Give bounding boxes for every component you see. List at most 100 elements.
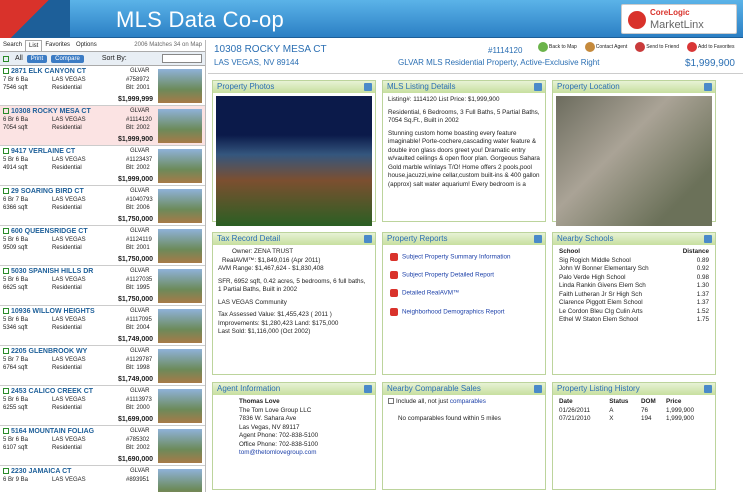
send-to-friend-button[interactable]: Send to Friend bbox=[635, 42, 679, 52]
listing-checkbox[interactable] bbox=[3, 348, 9, 355]
listing-address[interactable]: 2453 CALICO CREEK CT bbox=[11, 388, 93, 395]
collapse-icon[interactable] bbox=[704, 235, 712, 243]
listing-address[interactable]: 2230 JAMAICA CT bbox=[11, 468, 71, 475]
select-all-checkbox[interactable] bbox=[3, 55, 9, 62]
listing-thumbnail[interactable] bbox=[158, 429, 202, 463]
collapse-icon[interactable] bbox=[364, 83, 372, 91]
report-link[interactable]: Detailed RealAVM™ bbox=[402, 290, 459, 297]
listing-thumbnail[interactable] bbox=[158, 69, 202, 103]
report-link[interactable]: Subject Property Summary Information bbox=[402, 254, 511, 261]
listing-source: GLVAR bbox=[130, 308, 150, 314]
listing-item[interactable]: 9417 VERLAINE CT GLVAR 5 Br 6 Ba LAS VEGAS #… bbox=[0, 146, 205, 186]
listing-item[interactable]: 10936 WILLOW HEIGHTS GLVAR 5 Br 6 Ba LAS VE… bbox=[0, 306, 205, 346]
listing-item[interactable]: 2453 CALICO CREEK CT GLVAR 5 Br 6 Ba LAS VE… bbox=[0, 386, 205, 426]
tab-options[interactable]: Options bbox=[73, 40, 100, 51]
listing-thumbnail[interactable] bbox=[158, 269, 202, 303]
school-row: Faith Lutheran Jr Sr High Sch 1.37 bbox=[558, 291, 710, 300]
sort-select[interactable] bbox=[162, 54, 202, 63]
listing-address[interactable]: 2871 ELK CANYON CT bbox=[11, 68, 86, 75]
col-school: School bbox=[559, 248, 580, 255]
comparables-link[interactable]: comparables bbox=[450, 398, 486, 405]
agent-email-link[interactable]: tom@thetomlovegroup.com bbox=[239, 449, 316, 456]
listing-address[interactable]: 5164 MOUNTAIN FOLIAG bbox=[11, 428, 94, 435]
listing-checkbox[interactable] bbox=[3, 388, 9, 395]
listing-thumbnail[interactable] bbox=[158, 349, 202, 383]
listing-checkbox[interactable] bbox=[3, 188, 9, 195]
listing-item[interactable]: 2871 ELK CANYON CT GLVAR 7 Br 6 Ba LAS VEGA… bbox=[0, 66, 205, 106]
include-all-checkbox[interactable] bbox=[388, 398, 394, 405]
tax-last-sold: Last Sold: $1,116,000 (Oct 2002) bbox=[218, 328, 311, 335]
listing-item[interactable]: 5030 SPANISH HILLS DR GLVAR 5 Br 6 Ba LAS V… bbox=[0, 266, 205, 306]
listing-address[interactable]: 9417 VERLAINE CT bbox=[11, 148, 75, 155]
add-to-favorites-button[interactable]: Add to Favorites bbox=[687, 42, 734, 52]
listing-type: Residential bbox=[52, 325, 82, 331]
listing-source: GLVAR bbox=[130, 388, 150, 394]
history-cell: 07/21/2010 bbox=[559, 415, 591, 422]
property-price: $1,999,900 bbox=[684, 58, 735, 69]
listing-checkbox[interactable] bbox=[3, 228, 9, 235]
listing-price: $1,750,000 bbox=[118, 256, 154, 263]
listing-item[interactable]: 5164 MOUNTAIN FOLIAG GLVAR 5 Br 6 Ba LAS VE… bbox=[0, 426, 205, 466]
collapse-icon[interactable] bbox=[534, 83, 542, 91]
listing-price: $1,750,000 bbox=[118, 216, 154, 223]
tab-list[interactable]: List bbox=[25, 40, 43, 51]
listing-checkbox[interactable] bbox=[3, 68, 9, 75]
schools-table: School Distance Sig Rogich Middle School 0.… bbox=[558, 248, 710, 325]
tab-search[interactable]: Search bbox=[0, 40, 25, 51]
tab-favorites[interactable]: Favorites bbox=[42, 40, 73, 51]
history-header: Status bbox=[609, 398, 629, 405]
collapse-icon[interactable] bbox=[534, 235, 542, 243]
collapse-icon[interactable] bbox=[704, 83, 712, 91]
aerial-map[interactable] bbox=[556, 96, 712, 226]
listing-address[interactable]: 29 SOARING BIRD CT bbox=[11, 188, 84, 195]
listing-address[interactable]: 5030 SPANISH HILLS DR bbox=[11, 268, 93, 275]
listing-thumbnail[interactable] bbox=[158, 189, 202, 223]
listing-number: #758972 bbox=[126, 77, 150, 83]
include-all-label: Include all, not just bbox=[396, 398, 449, 405]
contact-agent-button[interactable]: Contact Agent bbox=[584, 42, 627, 52]
listing-item[interactable]: 29 SOARING BIRD CT GLVAR 6 Br 7 Ba LAS VEGA… bbox=[0, 186, 205, 226]
listing-thumbnail[interactable] bbox=[158, 469, 202, 492]
collapse-icon[interactable] bbox=[364, 385, 372, 393]
listing-thumbnail[interactable] bbox=[158, 229, 202, 263]
report-link[interactable]: Neighborhood Demographics Report bbox=[402, 308, 505, 315]
property-detail: 10308 ROCKY MESA CT #1114120 LAS VEGAS, … bbox=[208, 40, 743, 492]
listing-thumbnail[interactable] bbox=[158, 389, 202, 423]
listing-item[interactable]: 2230 JAMAICA CT GLVAR 6 Br 9 Ba LAS VEGAS #8… bbox=[0, 466, 205, 492]
listing-item[interactable]: 2205 GLENBROOK WY GLVAR 5 Br 7 Ba LAS VEGAS… bbox=[0, 346, 205, 386]
listing-source: GLVAR bbox=[130, 468, 150, 474]
listing-number: #1117095 bbox=[126, 317, 152, 323]
collapse-icon[interactable] bbox=[364, 235, 372, 243]
listing-item[interactable]: 10308 ROCKY MESA CT GLVAR 6 Br 6 Ba LAS VEG… bbox=[0, 106, 205, 146]
listing-checkbox[interactable] bbox=[3, 268, 9, 275]
print-button[interactable]: Print bbox=[26, 54, 48, 63]
listing-address[interactable]: 10308 ROCKY MESA CT bbox=[11, 108, 91, 115]
school-name: Clarence Piggott Elem School bbox=[559, 299, 643, 306]
listing-checkbox[interactable] bbox=[3, 428, 9, 435]
sidebar-tabs: Search List Favorites Options 2006 Match… bbox=[0, 40, 205, 52]
listing-thumbnail[interactable] bbox=[158, 309, 202, 343]
listing-city: LAS VEGAS bbox=[52, 157, 86, 163]
back-to-map-button[interactable]: Back to Map bbox=[538, 42, 577, 52]
tax-community: LAS VEGAS Community bbox=[218, 298, 287, 306]
compare-button[interactable]: Compare bbox=[51, 54, 84, 63]
listing-sqft: 6625 sqft bbox=[3, 285, 28, 291]
listing-checkbox[interactable] bbox=[3, 148, 9, 155]
report-link[interactable]: Subject Property Detailed Report bbox=[402, 272, 494, 279]
listing-checkbox[interactable] bbox=[3, 468, 9, 475]
listing-thumbnail[interactable] bbox=[158, 149, 202, 183]
collapse-icon[interactable] bbox=[704, 385, 712, 393]
agent-title: Agent Information bbox=[217, 384, 281, 393]
listing-address[interactable]: 10936 WILLOW HEIGHTS bbox=[11, 308, 95, 315]
listing-checkbox[interactable] bbox=[3, 308, 9, 315]
property-photo[interactable] bbox=[216, 96, 372, 226]
listing-built: Blt: 1998 bbox=[126, 365, 150, 371]
collapse-icon[interactable] bbox=[534, 385, 542, 393]
listing-item[interactable]: 600 QUEENSRIDGE CT GLVAR 5 Br 6 Ba LAS VEGA… bbox=[0, 226, 205, 266]
listing-thumbnail[interactable] bbox=[158, 109, 202, 143]
report-item: Neighborhood Demographics Report bbox=[390, 307, 540, 317]
tax-title: Tax Record Detail bbox=[217, 234, 281, 243]
listing-address[interactable]: 600 QUEENSRIDGE CT bbox=[11, 228, 88, 235]
listing-checkbox[interactable] bbox=[3, 108, 9, 115]
listing-address[interactable]: 2205 GLENBROOK WY bbox=[11, 348, 87, 355]
